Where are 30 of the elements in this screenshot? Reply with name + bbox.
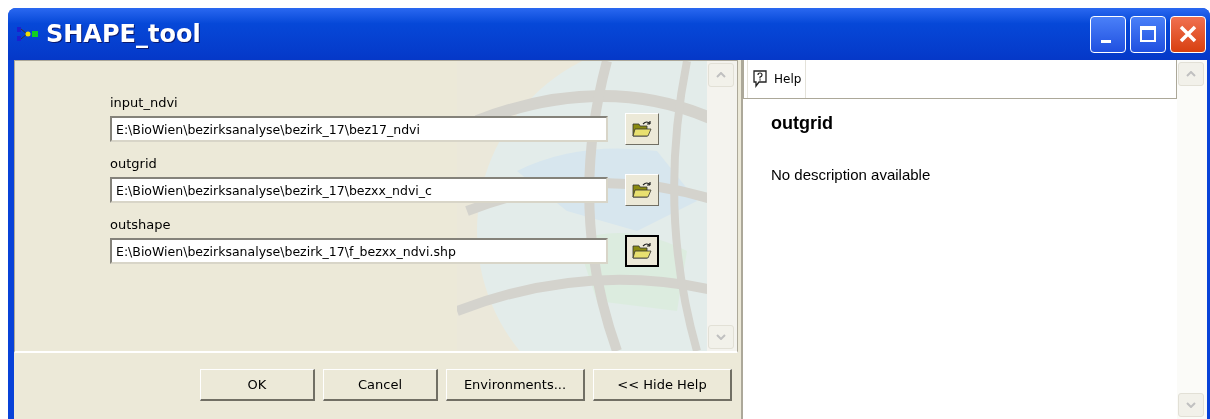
minimize-button[interactable] (1090, 15, 1126, 53)
down-chevron-icon (1186, 402, 1196, 408)
up-chevron-icon (716, 72, 726, 78)
maximize-icon (1139, 25, 1157, 43)
maximize-button[interactable] (1130, 15, 1166, 53)
help-description: No description available (771, 166, 932, 183)
dialog-button[interactable]: << Hide Help (593, 369, 732, 401)
field-label: outshape (110, 217, 172, 232)
close-icon (1178, 24, 1198, 44)
path-field[interactable]: E:\BioWien\bezirksanalyse\bezirk_17\bez17_ndvi (110, 116, 608, 142)
minimize-icon (1101, 39, 1111, 43)
dialog-button[interactable]: Environments... (446, 369, 585, 401)
field-label: input_ndvi (110, 95, 179, 110)
help-heading: outgrid (771, 113, 834, 134)
folder-icon (632, 181, 652, 199)
folder-icon (632, 242, 652, 260)
window-title: SHAPE_tool (46, 20, 201, 48)
down-chevron-icon (716, 334, 726, 340)
path-field[interactable]: E:\BioWien\bezirksanalyse\bezirk_17\f_bezxx_ndvi.shp (110, 238, 608, 264)
field-label: outgrid (110, 156, 158, 171)
dialog-button[interactable]: OK (200, 369, 315, 401)
browse-button[interactable] (625, 235, 659, 267)
up-chevron-icon (1186, 71, 1196, 77)
dialog-button[interactable]: Cancel (323, 369, 438, 401)
close-button[interactable] (1170, 15, 1206, 53)
help-icon (752, 70, 768, 88)
app-icon (17, 25, 41, 43)
path-field[interactable]: E:\BioWien\bezirksanalyse\bezirk_17\bezxx_ndvi_c (110, 177, 608, 203)
folder-icon (632, 120, 652, 138)
help-button[interactable]: Help (747, 60, 807, 98)
